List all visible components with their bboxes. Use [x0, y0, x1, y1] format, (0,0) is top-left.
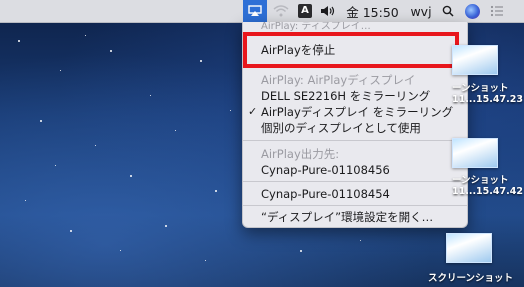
- star: [200, 60, 202, 62]
- volume-icon: [321, 6, 335, 16]
- star: [165, 225, 167, 227]
- star: [120, 250, 121, 251]
- screenshot-file-1-icon[interactable]: [452, 45, 498, 75]
- wifi-icon: [273, 5, 289, 17]
- star: [205, 260, 206, 261]
- star: [150, 95, 151, 96]
- star: [110, 50, 112, 52]
- screenshot-file-2-icon[interactable]: [452, 138, 498, 168]
- siri-icon: [464, 3, 480, 19]
- airplay-icon: [248, 5, 262, 16]
- user-menu[interactable]: wvj: [405, 0, 437, 22]
- clock[interactable]: 金 15:50: [340, 0, 405, 22]
- notification-center-button[interactable]: [486, 0, 508, 22]
- device-cynap-01108454[interactable]: Cynap-Pure-01108454: [243, 185, 467, 203]
- star: [215, 190, 217, 192]
- star: [60, 70, 61, 71]
- screenshot-file-2-label: ーンショット 11...15.47.42: [452, 175, 523, 197]
- notification-center-icon: [490, 5, 503, 17]
- search-icon: [442, 5, 454, 17]
- screenshot-file-3-label: スクリーンショット: [428, 273, 514, 284]
- menu-separator: [243, 181, 467, 182]
- star: [40, 120, 42, 122]
- menu-bar: A 金 15:50 wvj: [0, 0, 524, 23]
- star: [130, 175, 132, 177]
- star: [230, 110, 231, 111]
- spotlight-button[interactable]: [438, 0, 458, 22]
- siri-button[interactable]: [460, 0, 484, 22]
- device-cynap-01108456[interactable]: Cynap-Pure-01108456: [243, 161, 467, 179]
- use-as-separate-display-item[interactable]: 個別のディスプレイとして使用: [243, 119, 467, 137]
- open-display-preferences-item[interactable]: “ディスプレイ”環境設定を開く…: [243, 208, 467, 226]
- menu-separator: [243, 140, 467, 141]
- screenshot-file-3-icon[interactable]: [446, 233, 492, 263]
- star: [85, 35, 86, 36]
- volume-menu-extra[interactable]: [317, 0, 339, 22]
- star: [55, 165, 56, 166]
- star: [175, 130, 176, 131]
- menu-separator: [243, 205, 467, 206]
- airplay-menu-extra[interactable]: [243, 0, 267, 22]
- highlight-annotation: [243, 32, 459, 68]
- star: [300, 250, 302, 252]
- star: [360, 240, 361, 241]
- input-source-menu-extra[interactable]: A: [295, 0, 315, 22]
- star: [18, 40, 20, 42]
- star: [70, 230, 72, 232]
- star: [25, 200, 26, 201]
- wifi-menu-extra[interactable]: [270, 0, 292, 22]
- input-source-icon: A: [298, 4, 312, 18]
- screenshot-file-1-label: ーンショット 11...15.47.23: [452, 83, 523, 105]
- star: [95, 145, 96, 146]
